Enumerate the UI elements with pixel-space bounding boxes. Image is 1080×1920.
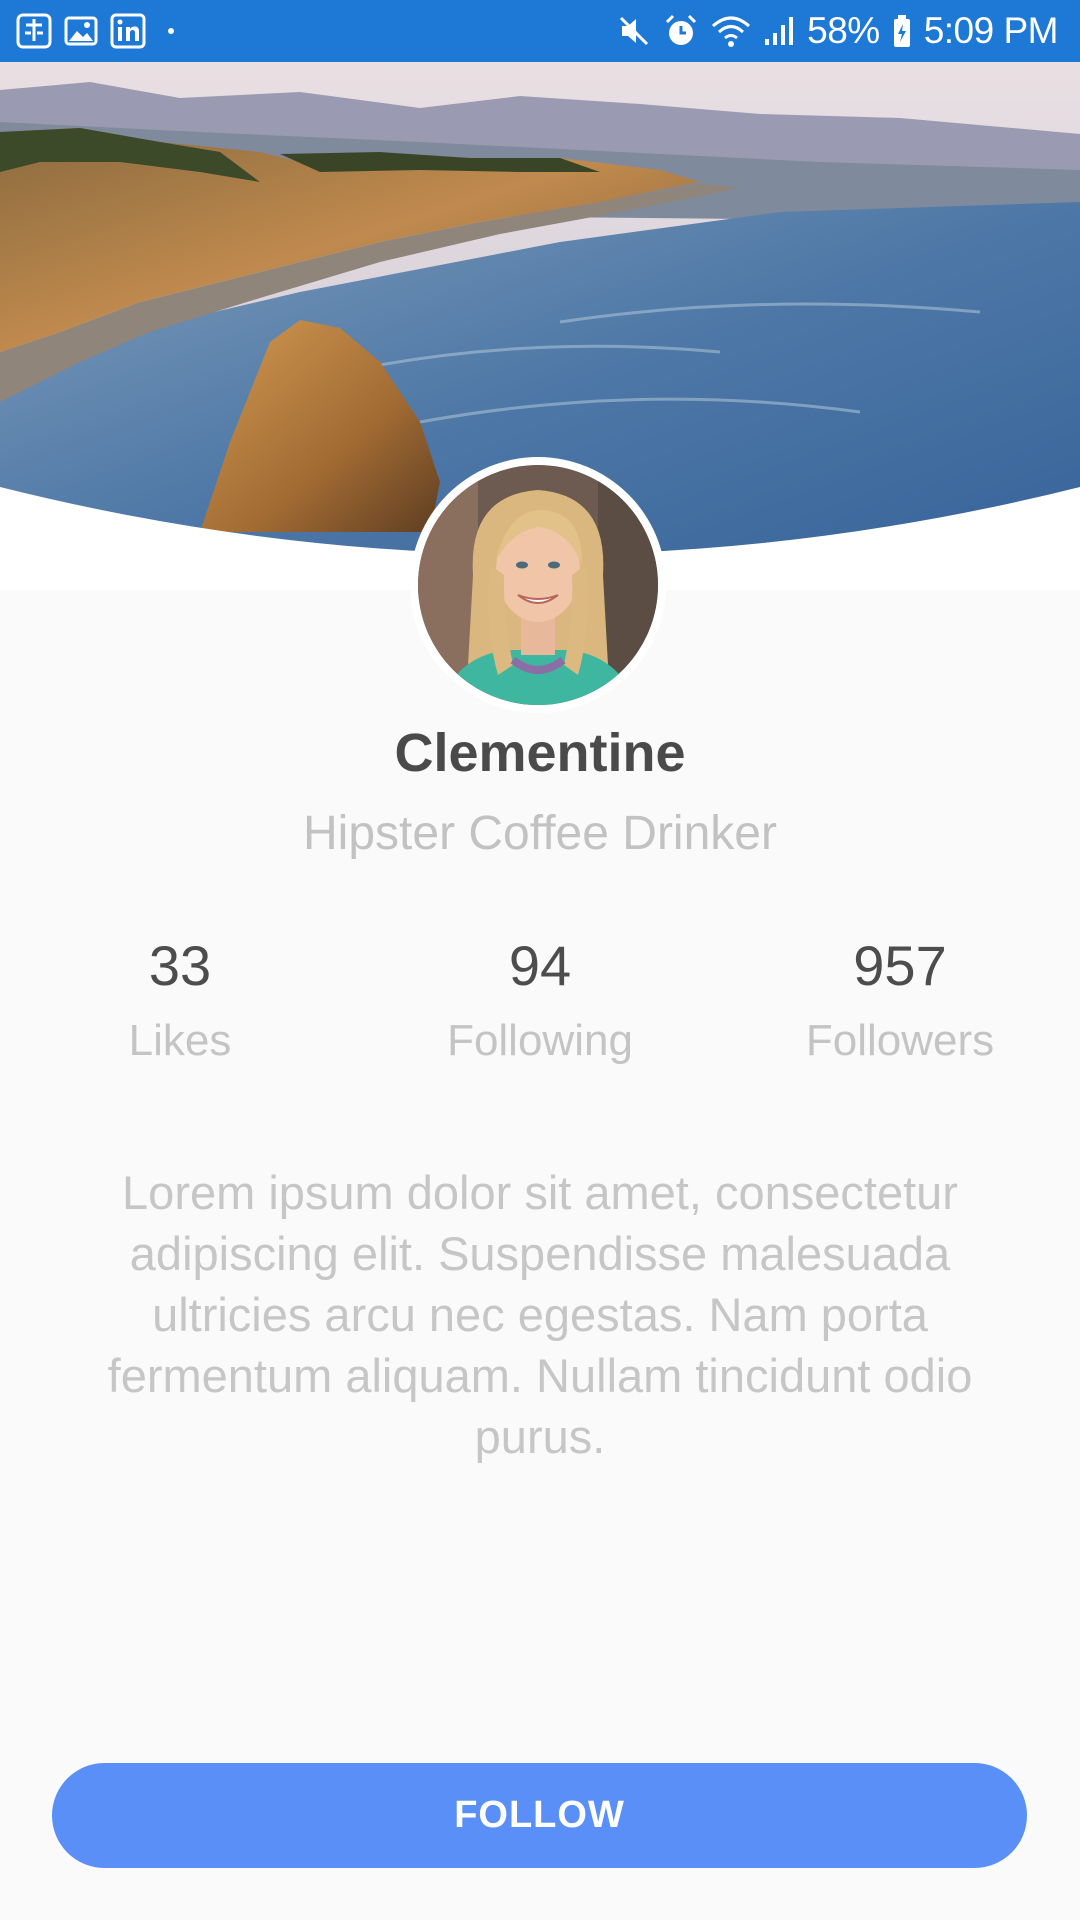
tasks-icon bbox=[16, 13, 52, 49]
linkedin-icon bbox=[110, 13, 146, 49]
follow-button[interactable]: FOLLOW bbox=[52, 1763, 1027, 1868]
profile-bio: Lorem ipsum dolor sit amet, consectetur … bbox=[107, 1166, 973, 1463]
stat-value: 94 bbox=[508, 934, 572, 997]
profile-title: Hipster Coffee Drinker bbox=[303, 807, 777, 860]
system-icons: 58% 5:09 PM bbox=[605, 10, 1059, 52]
notification-icons bbox=[16, 13, 174, 49]
stat-value: 957 bbox=[853, 934, 947, 997]
mute-icon bbox=[617, 14, 651, 48]
clock: 5:09 PM bbox=[923, 10, 1059, 51]
alarm-icon bbox=[663, 13, 699, 49]
battery-icon bbox=[892, 14, 912, 48]
profile-name: Clementine bbox=[394, 723, 686, 783]
profile-photo bbox=[418, 465, 658, 705]
stat-label: Likes bbox=[128, 1016, 232, 1065]
stat-followers[interactable]: 957 Followers bbox=[720, 938, 1080, 1066]
stat-label: Following bbox=[447, 1016, 633, 1065]
stat-value: 33 bbox=[148, 934, 212, 997]
stat-following[interactable]: 94 Following bbox=[360, 938, 720, 1066]
avatar[interactable] bbox=[410, 457, 666, 713]
status-bar: 58% 5:09 PM bbox=[0, 0, 1080, 62]
stat-likes[interactable]: 33 Likes bbox=[0, 938, 360, 1066]
stat-label: Followers bbox=[805, 1016, 995, 1065]
gallery-icon bbox=[64, 14, 98, 48]
signal-icon bbox=[763, 15, 795, 47]
wifi-icon bbox=[711, 14, 751, 48]
stats-row: 33 Likes 94 Following 957 Followers bbox=[0, 938, 1080, 1066]
battery-percent: 58% bbox=[807, 10, 880, 51]
more-notifications-dot bbox=[168, 28, 174, 34]
